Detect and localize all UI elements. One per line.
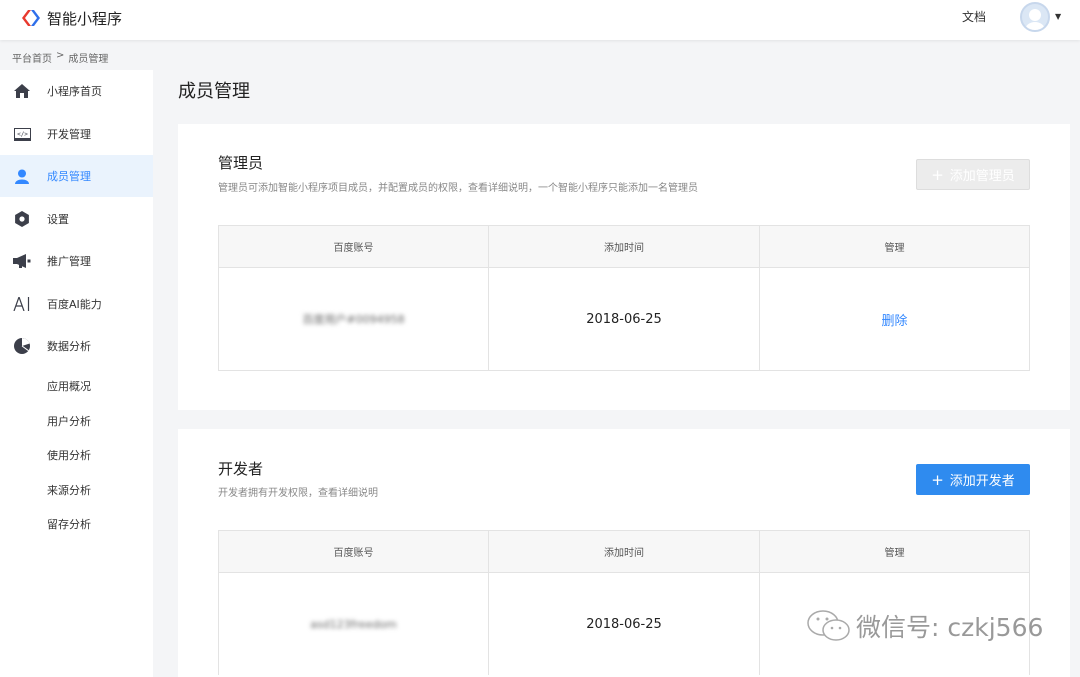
top-header: 智能小程序 文档 ▼: [0, 0, 1080, 40]
column-header-time: 添加时间: [489, 531, 760, 572]
column-header-manage: 管理: [884, 548, 905, 559]
user-icon: [13, 167, 31, 185]
added-date: 2018-06-25: [586, 616, 662, 632]
code-icon: </>: [13, 125, 31, 143]
ai-icon: [13, 295, 31, 313]
sidebar-item-dev[interactable]: </> 开发管理: [0, 113, 153, 155]
sidebar-subitem-overview[interactable]: 应用概况: [47, 378, 91, 394]
sidebar: 小程序首页 </> 开发管理 成员管理 设置 推广管理 百度AI能力 数据分析: [0, 70, 153, 677]
sidebar-item-analytics[interactable]: 数据分析: [0, 325, 153, 367]
admin-card: 管理员 管理员可添加智能小程序项目成员，并配置成员的权限，查看详细说明，一个智能…: [178, 124, 1070, 410]
user-avatar[interactable]: [1020, 2, 1050, 32]
sidebar-item-settings[interactable]: 设置: [0, 198, 153, 240]
column-header-account: 百度账号: [219, 226, 489, 267]
docs-link[interactable]: 文档: [962, 8, 986, 25]
chevron-down-icon[interactable]: ▼: [1055, 12, 1061, 21]
table-header: 百度账号 添加时间 管理: [219, 531, 1029, 573]
developer-section-title: 开发者: [218, 460, 264, 478]
watermark: 微信号: czkj566: [806, 608, 1043, 644]
table-header: 百度账号 添加时间 管理: [219, 226, 1029, 268]
pie-chart-icon: [13, 337, 31, 355]
sidebar-item-promotion[interactable]: 推广管理: [0, 240, 153, 282]
page-title: 成员管理: [178, 81, 250, 102]
watermark-text: 微信号: czkj566: [856, 613, 1044, 642]
sidebar-item-label: 数据分析: [47, 340, 91, 353]
column-header-manage: 管理: [884, 243, 905, 254]
app-title: 智能小程序: [47, 9, 123, 28]
gear-icon: [13, 210, 31, 228]
home-icon: [13, 82, 31, 100]
sidebar-subitem-usage[interactable]: 使用分析: [47, 447, 91, 463]
admin-section-title: 管理员: [218, 154, 264, 172]
column-header-account: 百度账号: [219, 531, 489, 572]
breadcrumb-current: 成员管理: [68, 54, 109, 65]
sidebar-item-label: 成员管理: [47, 170, 91, 183]
sidebar-subitem-source[interactable]: 来源分析: [47, 482, 91, 498]
developer-section-description: 开发者拥有开发权限，查看详细说明: [218, 488, 378, 499]
admin-table: 百度账号 添加时间 管理 百度用户#0094958 2018-06-25 删除: [218, 225, 1030, 371]
sidebar-item-label: 小程序首页: [47, 85, 102, 98]
sidebar-item-label: 百度AI能力: [47, 298, 102, 311]
megaphone-icon: [13, 252, 31, 270]
plus-icon: +: [931, 470, 944, 489]
sidebar-item-label: 设置: [47, 213, 69, 226]
add-developer-button-label: 添加开发者: [949, 474, 1015, 489]
developer-table: 百度账号 添加时间 管理 asd123freedom 2018-06-25: [218, 530, 1030, 675]
added-date: 2018-06-25: [586, 311, 662, 327]
sidebar-item-label: 推广管理: [47, 255, 91, 268]
sidebar-item-members[interactable]: 成员管理: [0, 155, 153, 197]
column-header-time: 添加时间: [489, 226, 760, 267]
sidebar-subitem-retention[interactable]: 留存分析: [47, 516, 91, 532]
sidebar-item-label: 开发管理: [47, 128, 91, 141]
delete-link[interactable]: 删除: [881, 310, 907, 329]
svg-text:</>: </>: [17, 131, 28, 138]
admin-section-description: 管理员可添加智能小程序项目成员，并配置成员的权限，查看详细说明，一个智能小程序只…: [218, 183, 698, 194]
add-admin-button-label: 添加管理员: [949, 169, 1015, 184]
account-name: asd123freedom: [310, 617, 397, 631]
sidebar-subitem-users[interactable]: 用户分析: [47, 413, 91, 429]
table-row: 百度用户#0094958 2018-06-25 删除: [219, 268, 1029, 370]
wechat-icon: [806, 609, 852, 643]
sidebar-item-ai[interactable]: 百度AI能力: [0, 283, 153, 325]
plus-icon: +: [931, 165, 944, 184]
logo-icon: [20, 9, 42, 27]
breadcrumb-home[interactable]: 平台首页: [12, 50, 52, 65]
sidebar-item-home[interactable]: 小程序首页: [0, 70, 153, 112]
breadcrumb: 平台首页 > 成员管理: [12, 50, 108, 65]
add-developer-button[interactable]: + 添加开发者: [916, 464, 1030, 495]
add-admin-button[interactable]: + 添加管理员: [916, 159, 1030, 190]
breadcrumb-separator: >: [56, 50, 65, 61]
account-name: 百度用户#0094958: [302, 313, 405, 326]
app-logo[interactable]: 智能小程序: [20, 7, 122, 29]
